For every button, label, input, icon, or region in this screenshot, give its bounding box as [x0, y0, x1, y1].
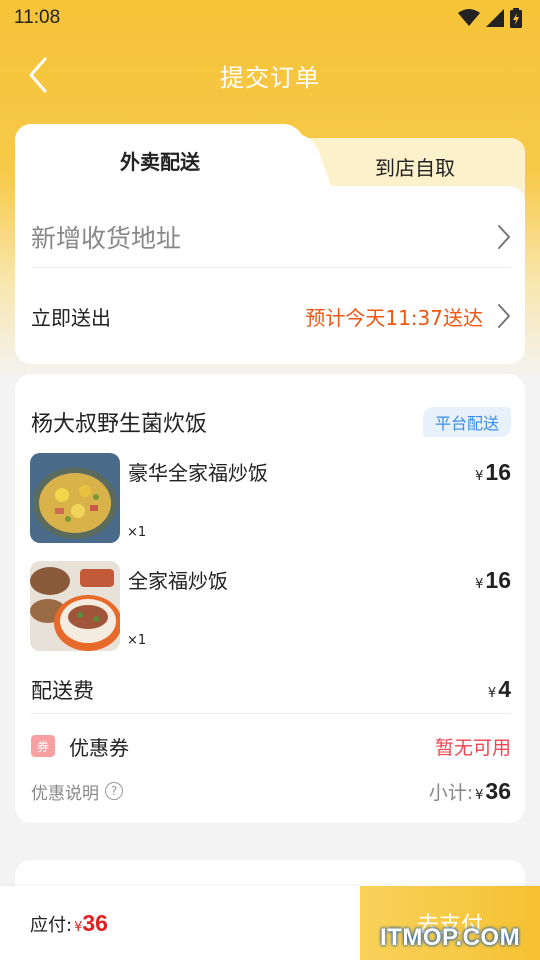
currency-symbol: ¥	[487, 686, 497, 701]
watermark-logo: ITMOP.COM	[380, 924, 521, 951]
signal-icon	[486, 9, 504, 27]
status-time: 11:08	[14, 7, 61, 28]
coupon-status: 暂无可用	[434, 736, 511, 759]
subtotal-amount: 36	[485, 777, 511, 804]
delivery-time-row[interactable]: 立即送出 预计今天11:37送达	[31, 286, 511, 346]
amount-due: 应付: ¥ 36	[30, 910, 108, 937]
delivery-fee: ¥ 4	[488, 676, 511, 703]
discount-note-label: 优惠说明	[31, 783, 99, 804]
coupon-icon: 券	[31, 735, 55, 757]
list-item: 豪华全家福炒饭 ×1 ¥ 16	[30, 453, 511, 543]
item-name: 全家福炒饭	[128, 569, 228, 593]
delivery-time-label: 立即送出	[31, 305, 111, 330]
navbar: 提交订单	[0, 50, 540, 100]
subtotal: 小计: ¥ 36	[429, 778, 511, 805]
chevron-right-icon	[498, 304, 510, 328]
platform-delivery-badge: 平台配送	[422, 407, 511, 437]
item-name: 豪华全家福炒饭	[128, 461, 268, 485]
item-quantity: ×1	[127, 525, 147, 540]
add-address-label: 新增收货地址	[31, 223, 182, 253]
item-quantity: ×1	[127, 633, 147, 648]
currency-symbol: ¥	[475, 787, 484, 803]
delivery-fee-label: 配送费	[31, 678, 94, 703]
delivery-eta: 预计今天11:37送达	[305, 305, 483, 330]
list-item: 全家福炒饭 ×1 ¥ 16	[30, 561, 511, 651]
help-icon[interactable]: ?	[105, 782, 123, 800]
shop-name: 杨大叔野生菌炊饭	[31, 412, 208, 437]
delivery-fee-amount: 4	[498, 676, 511, 702]
battery-icon	[510, 8, 522, 28]
currency-symbol: ¥	[475, 469, 484, 484]
food-image	[30, 561, 120, 651]
discount-note[interactable]: 优惠说明 ?	[31, 779, 123, 804]
shop-row: 杨大叔野生菌炊饭 平台配送	[31, 404, 511, 440]
subtotal-label: 小计:	[428, 781, 474, 804]
order-card: 杨大叔野生菌炊饭 平台配送 豪华全家福炒饭 ×1 ¥ 16 全家福炒饭 ×1 ¥…	[15, 374, 525, 823]
coupon-row[interactable]: 券 优惠券 暂无可用	[31, 726, 511, 766]
delivery-fee-row: 配送费 ¥ 4	[31, 666, 511, 714]
back-button[interactable]	[22, 56, 54, 94]
food-image	[30, 453, 120, 543]
delivery-card: 到店自取 外卖配送 新增收货地址 立即送出 预计今天11:37送达	[15, 124, 525, 364]
currency-symbol: ¥	[74, 920, 83, 935]
page-title: 提交订单	[220, 63, 320, 92]
chevron-right-icon	[498, 224, 510, 249]
status-icons	[458, 8, 522, 28]
item-price: ¥ 16	[475, 459, 511, 486]
chevron-left-icon	[29, 57, 47, 93]
item-price-amount: 16	[485, 567, 511, 593]
address-panel: 新增收货地址 立即送出 预计今天11:37送达	[15, 186, 525, 364]
currency-symbol: ¥	[475, 577, 484, 592]
status-bar: 11:08	[0, 0, 540, 36]
wifi-icon	[458, 9, 480, 26]
coupon-label: 优惠券	[69, 735, 129, 760]
add-address-row[interactable]: 新增收货地址	[31, 206, 511, 268]
tab-delivery-label: 外卖配送	[120, 149, 200, 174]
item-price-amount: 16	[485, 459, 511, 485]
amount-due-value: 36	[82, 910, 108, 936]
discount-note-row: 优惠说明 ? 小计: ¥ 36	[31, 774, 511, 808]
amount-due-label: 应付:	[30, 915, 73, 936]
tab-pickup-label: 到店自取	[375, 155, 455, 180]
item-price: ¥ 16	[475, 567, 511, 594]
